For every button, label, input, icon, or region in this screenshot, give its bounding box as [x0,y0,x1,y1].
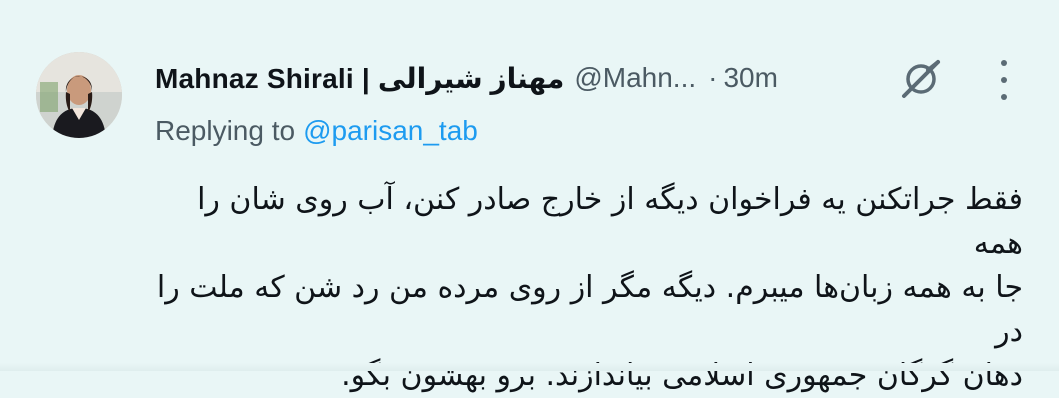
replying-mention[interactable]: @parisan_tab [303,115,478,146]
timestamp[interactable]: 30m [723,62,777,94]
tweet-text-line: جا به همه زبان‌ها میبرم. دیگه مگر از روی… [156,270,1023,349]
tweet-text-line: فقط جراتکنن یه فراخوان دیگه از خارج صادر… [197,182,1023,261]
replying-label: Replying to [155,115,296,146]
divider [0,363,1059,371]
avatar[interactable] [36,52,122,138]
more-dot [1001,94,1007,100]
grok-icon[interactable] [898,56,944,102]
tweet-header: Mahnaz Shirali | مهناز شیرالی @Mahn... ·… [155,58,778,98]
more-dot [1001,77,1007,83]
more-dot [1001,60,1007,66]
more-icon[interactable] [990,60,1018,100]
separator-dot: · [708,62,718,93]
tweet: Mahnaz Shirali | مهناز شیرالی @Mahn... ·… [0,0,1059,393]
tweet-text-line: دهان گرگان جمهوری اسلامی بیاندازند. برو … [341,358,1023,393]
author-handle[interactable]: @Mahn... [574,62,696,94]
replying-to: Replying to @parisan_tab [155,115,478,147]
author-name[interactable]: Mahnaz Shirali | مهناز شیرالی [155,62,564,95]
avatar-photo [36,52,122,138]
